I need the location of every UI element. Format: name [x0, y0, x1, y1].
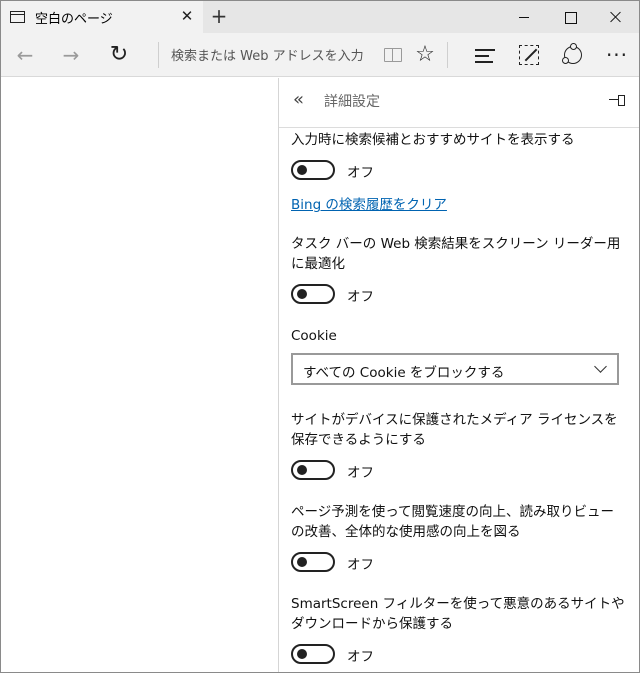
- toggle-state-label: オフ: [347, 557, 374, 573]
- cookie-select[interactable]: すべての Cookie をブロックする: [291, 353, 619, 385]
- setting-label-search-suggestions: 入力時に検索候補とおすすめサイトを表示する: [291, 132, 575, 148]
- clear-bing-history-link[interactable]: Bing の検索履歴をクリア: [291, 193, 447, 213]
- toggle-state-label: オフ: [347, 165, 374, 181]
- advanced-settings-panel: « 詳細設定 入力時に検索候補とおすすめサイトを表示する オフ Bing の検索…: [278, 78, 639, 672]
- back-arrow-icon[interactable]: ←: [11, 41, 39, 69]
- title-bar: 空白のページ ✕ +: [1, 1, 639, 33]
- tab-title: 空白のページ: [35, 12, 113, 27]
- toggle-state-label: オフ: [347, 465, 374, 481]
- toolbar: ← → ↻ 検索または Web アドレスを入力 ☆ ···: [1, 33, 639, 77]
- chevron-down-icon: [594, 360, 607, 373]
- toggle-smartscreen[interactable]: [291, 644, 335, 664]
- back-chevron-icon[interactable]: «: [293, 89, 304, 110]
- new-tab-button[interactable]: +: [208, 5, 230, 27]
- setting-label-page-prediction: ページ予測を使って閲覧速度の向上、読み取りビューの改善、全体的な使用感の向上を図…: [291, 504, 615, 540]
- cookie-select-value: すべての Cookie をブロックする: [303, 365, 505, 381]
- minimize-button[interactable]: [501, 1, 547, 33]
- toggle-state-label: オフ: [347, 289, 374, 305]
- cookie-label: Cookie: [291, 328, 337, 344]
- more-icon[interactable]: ···: [603, 41, 631, 69]
- toggle-state-label: オフ: [347, 649, 374, 665]
- address-bar[interactable]: 検索または Web アドレスを入力: [171, 45, 364, 64]
- panel-header: « 詳細設定: [279, 78, 639, 128]
- setting-label-smartscreen: SmartScreen フィルターを使って悪意のあるサイトやダウンロードから保護…: [291, 596, 625, 632]
- toggle-search-suggestions[interactable]: [291, 160, 335, 180]
- toggle-media-licenses[interactable]: [291, 460, 335, 480]
- setting-label-media-licenses: サイトがデバイスに保護されたメディア ライセンスを保存できるようにする: [291, 412, 618, 448]
- reading-view-icon[interactable]: [379, 41, 407, 69]
- favorite-star-icon[interactable]: ☆: [411, 41, 439, 69]
- panel-title: 詳細設定: [324, 94, 380, 110]
- toolbar-divider: [447, 42, 448, 68]
- toolbar-divider: [158, 42, 159, 68]
- forward-arrow-icon[interactable]: →: [57, 41, 85, 69]
- page-icon: [10, 11, 25, 23]
- refresh-icon[interactable]: ↻: [105, 41, 133, 69]
- hub-icon[interactable]: [471, 41, 499, 69]
- edge-browser-window: 空白のページ ✕ + ← → ↻ 検索または Web アドレスを入力 ☆ ···…: [0, 0, 640, 673]
- close-tab-icon[interactable]: ✕: [178, 7, 196, 25]
- setting-label-screen-reader: タスク バーの Web 検索結果をスクリーン リーダー用に最適化: [291, 236, 621, 272]
- share-icon[interactable]: [559, 41, 587, 69]
- blank-page-content: [1, 78, 278, 672]
- web-note-icon[interactable]: [515, 41, 543, 69]
- pin-icon[interactable]: [609, 94, 625, 106]
- close-window-button[interactable]: [593, 1, 639, 33]
- toggle-screen-reader[interactable]: [291, 284, 335, 304]
- tab-blank-page[interactable]: 空白のページ ✕: [1, 1, 203, 33]
- maximize-button[interactable]: [547, 1, 593, 33]
- toggle-page-prediction[interactable]: [291, 552, 335, 572]
